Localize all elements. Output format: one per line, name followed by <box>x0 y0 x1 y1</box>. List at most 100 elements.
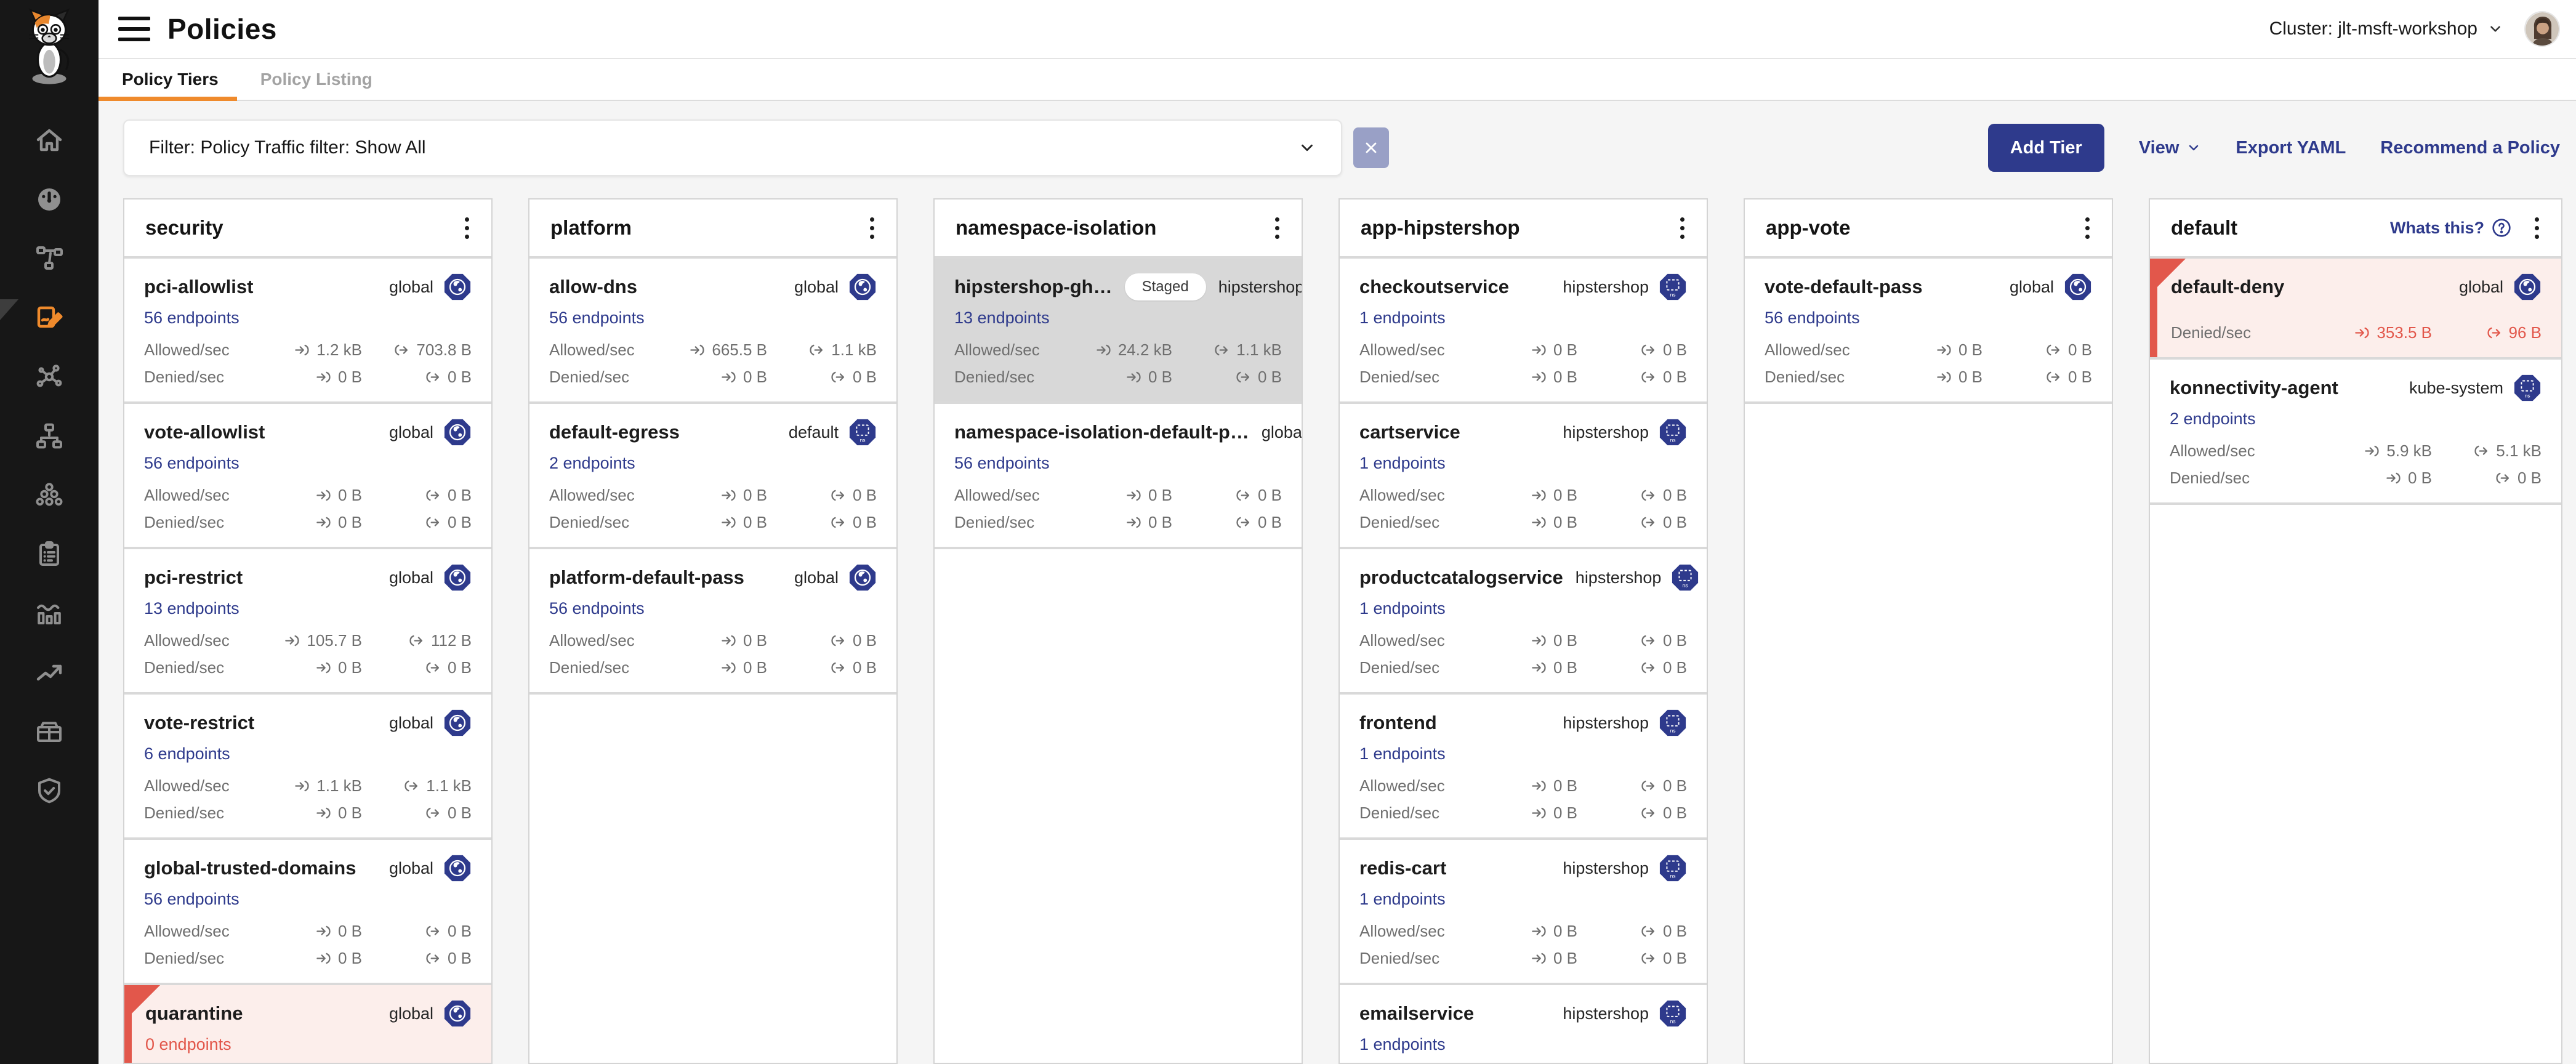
endpoints-link[interactable]: 56 endpoints <box>144 453 239 473</box>
ingress-value: 0 B <box>743 367 767 387</box>
sidebar-item-service-graph[interactable] <box>0 347 99 406</box>
sidebar-item-policies[interactable] <box>0 288 99 347</box>
egress-value: 0 B <box>448 367 472 387</box>
traffic-filter-select[interactable]: Filter: Policy Traffic filter: Show All <box>123 119 1342 176</box>
sidebar-item-dashboard[interactable] <box>0 170 99 229</box>
policy-card-frontend[interactable]: frontendhipstershopns1 endpointsAllowed/… <box>1340 695 1707 837</box>
svg-text:ns: ns <box>2524 392 2530 398</box>
tier-menu-button[interactable] <box>2079 212 2096 244</box>
egress-value: 1.1 kB <box>1236 340 1282 360</box>
endpoints-link[interactable]: 6 endpoints <box>144 744 230 764</box>
egress-stat: 0 B <box>1196 367 1282 387</box>
endpoints-link[interactable]: 13 endpoints <box>144 598 239 618</box>
policy-card-vote-allowlist[interactable]: vote-allowlistglobal56 endpointsAllowed/… <box>124 404 491 547</box>
stat-values: 0 B0 B <box>1473 340 1687 360</box>
stat-values: 1.2 kB703.8 B <box>257 340 472 360</box>
avatar[interactable] <box>2524 11 2560 47</box>
ingress-icon <box>1531 514 1547 531</box>
tier-menu-button[interactable] <box>1269 212 1286 244</box>
endpoints-link[interactable]: 1 endpoints <box>1359 1034 1446 1054</box>
whats-this-link[interactable]: Whats this? <box>2390 218 2511 238</box>
policy-card-vote-restrict[interactable]: vote-restrictglobal6 endpointsAllowed/se… <box>124 695 491 837</box>
policy-scope: global <box>2459 273 2542 301</box>
calico-cat-logo[interactable] <box>18 7 80 86</box>
egress-icon <box>425 805 441 821</box>
policy-card-redis-cart[interactable]: redis-carthipstershopns1 endpointsAllowe… <box>1340 840 1707 983</box>
policy-scope-label: global <box>389 1004 433 1023</box>
traffic-stat-row: Allowed/sec1.1 kB1.1 kB <box>144 776 472 796</box>
sidebar-item-alerts-trend[interactable] <box>0 643 99 702</box>
policy-name: allow-dns <box>549 276 637 298</box>
endpoints-link[interactable]: 56 endpoints <box>144 308 239 328</box>
policy-card-konnectivity-agent[interactable]: konnectivity-agentkube-systemns2 endpoin… <box>2150 360 2561 502</box>
endpoints-link[interactable]: 1 endpoints <box>1359 889 1446 909</box>
export-yaml-button[interactable]: Export YAML <box>2236 138 2346 158</box>
endpoints-link[interactable]: 1 endpoints <box>1359 744 1446 764</box>
policy-card-hipstershop-gh[interactable]: hipstershop-gh…Stagedhipstershopns13 end… <box>935 259 1302 401</box>
egress-icon <box>1214 342 1230 358</box>
policy-card-default-egress[interactable]: default-egressdefaultns2 endpointsAllowe… <box>529 404 896 547</box>
add-tier-button[interactable]: Add Tier <box>1988 124 2104 172</box>
global-scope-icon <box>443 563 472 592</box>
policy-card-emailservice[interactable]: emailservicehipstershopns1 endpointsAllo… <box>1340 985 1707 1064</box>
sidebar-item-home[interactable] <box>0 111 99 170</box>
sidebar-item-network-tree[interactable] <box>0 406 99 465</box>
tier-column-filler <box>1745 404 2112 1063</box>
endpoints-link[interactable]: 56 endpoints <box>954 453 1050 473</box>
stat-label: Denied/sec <box>2171 323 2251 342</box>
policy-card-checkoutservice[interactable]: checkoutservicehipstershopns1 endpointsA… <box>1340 259 1707 401</box>
endpoints-link[interactable]: 56 endpoints <box>549 308 645 328</box>
policy-card-default-deny[interactable]: default-denyglobalDenied/sec353.5 B96 B <box>2150 259 2561 357</box>
policy-card-vote-default-pass[interactable]: vote-default-passglobal56 endpointsAllow… <box>1745 259 2112 401</box>
policy-card-productcatalogservice[interactable]: productcatalogservicehipstershopns1 endp… <box>1340 549 1707 692</box>
stat-values: 0 B0 B <box>2327 468 2542 488</box>
endpoints-link[interactable]: 1 endpoints <box>1359 598 1446 618</box>
endpoints-link[interactable]: 0 endpoints <box>145 1034 231 1054</box>
clear-filter-button[interactable] <box>1353 127 1389 168</box>
tab-policy-tiers[interactable]: Policy Tiers <box>99 59 237 100</box>
sidebar-item-flows[interactable] <box>0 229 99 288</box>
policy-card-allow-dns[interactable]: allow-dnsglobal56 endpointsAllowed/sec66… <box>529 259 896 401</box>
recommend-policy-button[interactable]: Recommend a Policy <box>2380 138 2560 158</box>
tier-menu-button[interactable] <box>1674 212 1691 244</box>
ingress-stat: 0 B <box>1473 948 1577 968</box>
svg-text:ns: ns <box>1670 1018 1675 1024</box>
policy-card-cartservice[interactable]: cartservicehipstershopns1 endpointsAllow… <box>1340 404 1707 547</box>
policy-name: namespace-isolation-default-p… <box>954 421 1249 443</box>
cluster-selector[interactable]: Cluster: jlt-msft-workshop <box>2269 18 2503 39</box>
sidebar-item-timeline[interactable] <box>0 584 99 643</box>
endpoints-link[interactable]: 56 endpoints <box>549 598 645 618</box>
endpoints-link[interactable]: 56 endpoints <box>1765 308 1860 328</box>
stat-label: Allowed/sec <box>549 340 635 360</box>
policy-card-pci-allowlist[interactable]: pci-allowlistglobal56 endpointsAllowed/s… <box>124 259 491 401</box>
endpoints-link[interactable]: 2 endpoints <box>2170 409 2256 429</box>
policy-card-platform-default-pass[interactable]: platform-default-passglobal56 endpointsA… <box>529 549 896 692</box>
sidebar-item-endpoints[interactable] <box>0 465 99 525</box>
sidebar-item-compliance[interactable] <box>0 525 99 584</box>
policy-card-global-trusted-domains[interactable]: global-trusted-domainsglobal56 endpoints… <box>124 840 491 983</box>
tab-policy-listing[interactable]: Policy Listing <box>237 59 391 100</box>
endpoints-link[interactable]: 1 endpoints <box>1359 308 1446 328</box>
policy-card-pci-restrict[interactable]: pci-restrictglobal13 endpointsAllowed/se… <box>124 549 491 692</box>
egress-value: 1.1 kB <box>831 340 877 360</box>
menu-icon[interactable] <box>118 17 150 41</box>
endpoints-link[interactable]: 1 endpoints <box>1359 453 1446 473</box>
sidebar-item-image-assurance[interactable] <box>0 702 99 761</box>
endpoints-link[interactable]: 2 endpoints <box>549 453 635 473</box>
egress-icon <box>830 487 847 504</box>
tier-menu-button[interactable] <box>459 212 475 244</box>
tier-menu-button[interactable] <box>864 212 880 244</box>
endpoints-link[interactable]: 13 endpoints <box>954 308 1050 328</box>
stat-values: 0 B0 B <box>257 367 472 387</box>
view-menu-label: View <box>2139 138 2180 158</box>
policy-card-quarantine[interactable]: quarantineglobal0 endpoints <box>124 985 491 1064</box>
svg-text:ns: ns <box>1670 437 1675 443</box>
sidebar-item-threat-defense[interactable] <box>0 761 99 820</box>
endpoints-link[interactable]: 56 endpoints <box>144 889 239 909</box>
policy-scope-label: global <box>389 278 433 297</box>
view-menu-button[interactable]: View <box>2139 138 2202 158</box>
policy-card-namespace-isolation-default-p[interactable]: namespace-isolation-default-p…global56 e… <box>935 404 1302 547</box>
tier-menu-button[interactable] <box>2529 212 2545 244</box>
egress-value: 0 B <box>1258 367 1282 387</box>
endpoints-icon <box>34 480 64 510</box>
